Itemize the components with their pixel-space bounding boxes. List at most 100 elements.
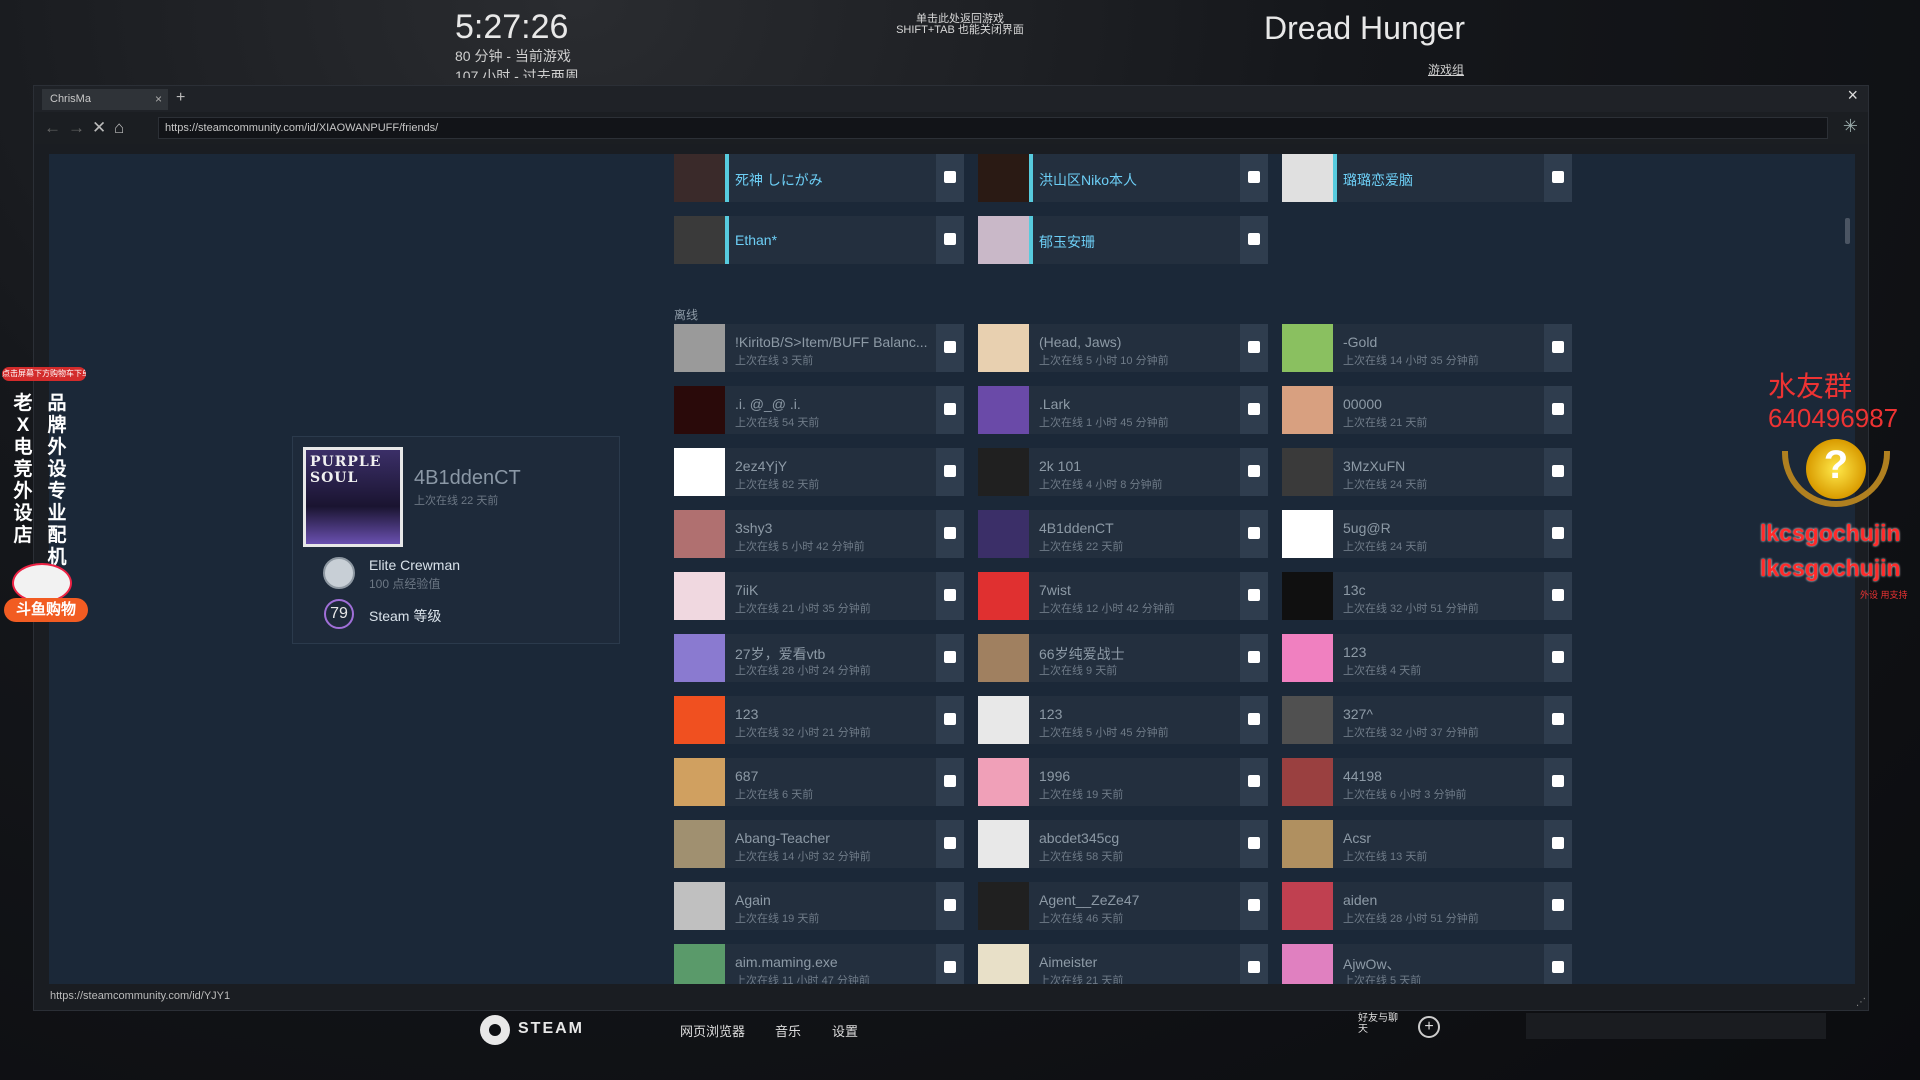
steam-logo-icon[interactable]	[480, 1015, 510, 1045]
steam-brand[interactable]: STEAM	[518, 1020, 584, 1038]
checkbox-box[interactable]	[1248, 837, 1260, 849]
checkbox-box[interactable]	[1248, 899, 1260, 911]
checkbox-box[interactable]	[1248, 403, 1260, 415]
forward-arrow-icon[interactable]: →	[68, 118, 85, 138]
friend-select-checkbox[interactable]	[936, 324, 964, 372]
friend-offline[interactable]: .Lark 上次在线 1 小时 45 分钟前	[978, 386, 1268, 434]
friend-offline[interactable]: 27岁，爱看vtb 上次在线 28 小时 24 分钟前	[674, 634, 964, 682]
back-arrow-icon[interactable]: ←	[44, 118, 61, 138]
checkbox-box[interactable]	[944, 403, 956, 415]
friend-select-checkbox[interactable]	[1544, 944, 1572, 984]
checkbox-box[interactable]	[1248, 713, 1260, 725]
checkbox-box[interactable]	[1248, 233, 1260, 245]
friend-select-checkbox[interactable]	[936, 510, 964, 558]
friend-select-checkbox[interactable]	[936, 154, 964, 202]
friend-select-checkbox[interactable]	[1544, 510, 1572, 558]
douyu-shop-button[interactable]: 斗鱼购物	[4, 598, 88, 622]
friend-select-checkbox[interactable]	[1240, 510, 1268, 558]
friend-select-checkbox[interactable]	[936, 216, 964, 264]
checkbox-box[interactable]	[1248, 651, 1260, 663]
friend-select-checkbox[interactable]	[936, 386, 964, 434]
friend-offline[interactable]: !KiritoB/S>Item/BUFF Balanc... 上次在线 3 天前	[674, 324, 964, 372]
return-to-game-hint[interactable]: 单击此处返回游戏 SHIFT+TAB 也能关闭界面	[880, 14, 1040, 36]
friend-online[interactable]: 死神 しにがみ	[674, 154, 964, 202]
checkbox-box[interactable]	[944, 527, 956, 539]
friend-offline[interactable]: 3MzXuFN 上次在线 24 天前	[1282, 448, 1572, 496]
friend-select-checkbox[interactable]	[1240, 216, 1268, 264]
friend-offline[interactable]: 5ug@R 上次在线 24 天前	[1282, 510, 1572, 558]
friend-online[interactable]: 郁玉安珊	[978, 216, 1268, 264]
checkbox-box[interactable]	[944, 775, 956, 787]
friend-select-checkbox[interactable]	[936, 572, 964, 620]
chat-box[interactable]	[1526, 1013, 1826, 1039]
settings-button[interactable]: 设置	[832, 1021, 858, 1040]
friend-online[interactable]: 洪山区Niko本人	[978, 154, 1268, 202]
friend-select-checkbox[interactable]	[1240, 324, 1268, 372]
tab-close-icon[interactable]: ×	[155, 92, 162, 106]
friend-select-checkbox[interactable]	[936, 634, 964, 682]
home-icon[interactable]: ⌂	[114, 118, 124, 138]
friend-select-checkbox[interactable]	[1240, 448, 1268, 496]
checkbox-box[interactable]	[944, 171, 956, 183]
friend-offline[interactable]: 2k 101 上次在线 4 小时 8 分钟前	[978, 448, 1268, 496]
friend-offline[interactable]: 123 上次在线 5 小时 45 分钟前	[978, 696, 1268, 744]
friend-select-checkbox[interactable]	[1240, 820, 1268, 868]
friend-select-checkbox[interactable]	[1544, 324, 1572, 372]
friend-offline[interactable]: 13c 上次在线 32 小时 51 分钟前	[1282, 572, 1572, 620]
friend-select-checkbox[interactable]	[1544, 154, 1572, 202]
checkbox-box[interactable]	[1248, 171, 1260, 183]
friend-offline[interactable]: 7iiK 上次在线 21 小时 35 分钟前	[674, 572, 964, 620]
browser-tab[interactable]: ChrisMa ×	[42, 89, 168, 110]
new-tab-button[interactable]: +	[176, 89, 185, 107]
checkbox-box[interactable]	[944, 465, 956, 477]
friend-offline[interactable]: Acsr 上次在线 13 天前	[1282, 820, 1572, 868]
address-bar[interactable]: https://steamcommunity.com/id/XIAOWANPUF…	[158, 117, 1828, 139]
friend-select-checkbox[interactable]	[1544, 448, 1572, 496]
window-close-button[interactable]: ×	[1847, 85, 1858, 106]
friend-offline[interactable]: Agent__ZeZe47 上次在线 46 天前	[978, 882, 1268, 930]
friend-select-checkbox[interactable]	[1544, 572, 1572, 620]
checkbox-box[interactable]	[1248, 961, 1260, 973]
friend-select-checkbox[interactable]	[1240, 386, 1268, 434]
checkbox-box[interactable]	[944, 341, 956, 353]
friend-offline[interactable]: abcdet345cg 上次在线 58 天前	[978, 820, 1268, 868]
friend-offline[interactable]: Aimeister 上次在线 21 天前	[978, 944, 1268, 984]
friend-offline[interactable]: 3shy3 上次在线 5 小时 42 分钟前	[674, 510, 964, 558]
checkbox-box[interactable]	[1552, 961, 1564, 973]
friend-offline[interactable]: 1996 上次在线 19 天前	[978, 758, 1268, 806]
friend-select-checkbox[interactable]	[1240, 634, 1268, 682]
friend-offline[interactable]: 00000 上次在线 21 天前	[1282, 386, 1572, 434]
friend-select-checkbox[interactable]	[1240, 572, 1268, 620]
friend-offline[interactable]: Abang-Teacher 上次在线 14 小时 32 分钟前	[674, 820, 964, 868]
friend-offline[interactable]: 2ez4YjY 上次在线 82 天前	[674, 448, 964, 496]
friend-select-checkbox[interactable]	[1240, 944, 1268, 984]
friend-offline[interactable]: 327^ 上次在线 32 小时 37 分钟前	[1282, 696, 1572, 744]
add-friend-icon[interactable]: +	[1418, 1016, 1440, 1038]
checkbox-box[interactable]	[944, 837, 956, 849]
friend-offline[interactable]: Again 上次在线 19 天前	[674, 882, 964, 930]
checkbox-box[interactable]	[944, 713, 956, 725]
checkbox-box[interactable]	[944, 651, 956, 663]
friend-offline[interactable]: 687 上次在线 6 天前	[674, 758, 964, 806]
friend-select-checkbox[interactable]	[1240, 696, 1268, 744]
checkbox-box[interactable]	[944, 233, 956, 245]
friend-offline[interactable]: 123 上次在线 4 天前	[1282, 634, 1572, 682]
friend-select-checkbox[interactable]	[1240, 882, 1268, 930]
checkbox-box[interactable]	[944, 589, 956, 601]
scrollbar-thumb[interactable]	[1845, 218, 1850, 244]
friend-offline[interactable]: .i. @_@ .i. 上次在线 54 天前	[674, 386, 964, 434]
friend-offline[interactable]: 123 上次在线 32 小时 21 分钟前	[674, 696, 964, 744]
friend-online[interactable]: 璐璐恋爱脑	[1282, 154, 1572, 202]
music-button[interactable]: 音乐	[775, 1021, 801, 1040]
friend-offline[interactable]: 4B1ddenCT 上次在线 22 天前	[978, 510, 1268, 558]
friend-offline[interactable]: aim.maming.exe 上次在线 11 小时 47 分钟前	[674, 944, 964, 984]
checkbox-box[interactable]	[1552, 899, 1564, 911]
friend-offline[interactable]: AjwOw、 上次在线 5 天前	[1282, 944, 1572, 984]
friend-offline[interactable]: 44198 上次在线 6 小时 3 分钟前	[1282, 758, 1572, 806]
checkbox-box[interactable]	[1552, 837, 1564, 849]
friend-select-checkbox[interactable]	[1240, 758, 1268, 806]
friend-select-checkbox[interactable]	[936, 944, 964, 984]
checkbox-box[interactable]	[1248, 465, 1260, 477]
checkbox-box[interactable]	[944, 899, 956, 911]
friends-chat-button[interactable]: 好友与聊天	[1358, 1013, 1398, 1035]
